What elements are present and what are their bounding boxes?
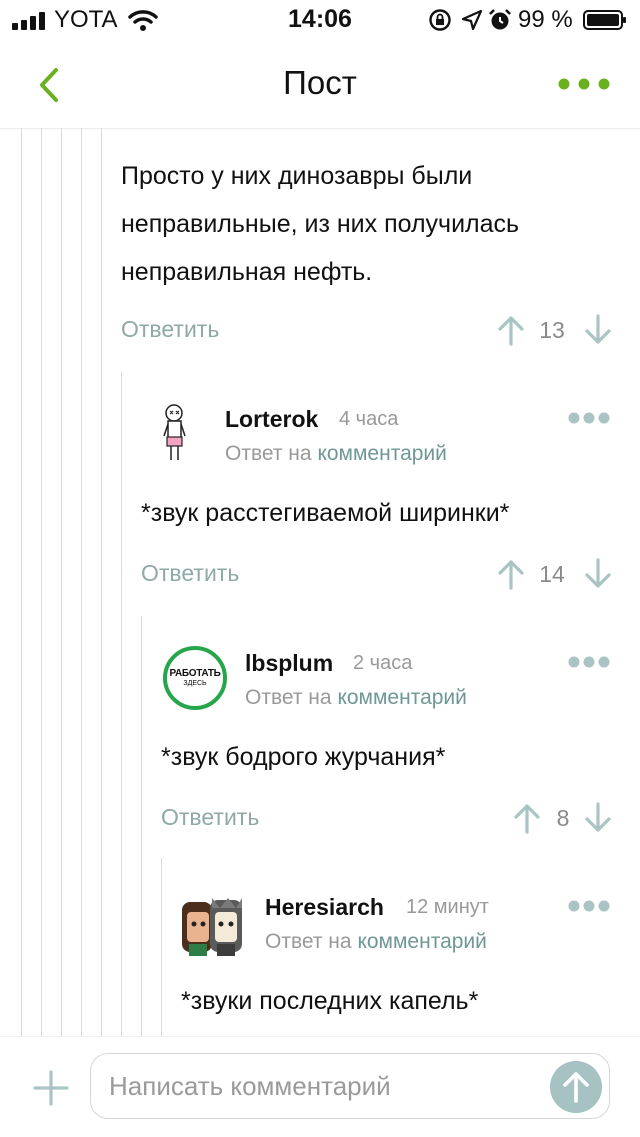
reply-to: Ответ на комментарий (245, 686, 467, 710)
comment-score: 14 (539, 561, 565, 587)
battery-percent: 99 % (518, 6, 573, 33)
thread-line (41, 128, 42, 1036)
comment-more-icon[interactable] (567, 411, 611, 425)
thread-line (161, 858, 162, 1036)
page-title: Пост (283, 64, 357, 101)
more-options-button[interactable] (556, 70, 612, 98)
reply-to: Ответ на комментарий (225, 442, 447, 466)
downvote-icon[interactable] (583, 802, 613, 834)
rotation-lock-icon (429, 9, 451, 31)
parent-comment-link[interactable]: комментарий (357, 930, 486, 953)
reply-to: Ответ на комментарий (265, 930, 487, 954)
status-bar: YOTA 14:06 99 % (0, 0, 640, 40)
downvote-icon[interactable] (583, 314, 613, 346)
upvote-icon[interactable] (512, 802, 542, 834)
upvote-icon[interactable] (496, 314, 526, 346)
thread-line (101, 128, 102, 1036)
nav-header: Пост (0, 40, 640, 129)
comment-text: *звук бодрого журчания* (161, 743, 446, 771)
comment-author[interactable]: Lorterok (225, 406, 318, 433)
comment-time: 4 часа (339, 408, 399, 430)
reply-to-label: Ответ на (245, 686, 332, 709)
reply-to-label: Ответ на (265, 930, 352, 953)
send-button[interactable] (550, 1061, 602, 1113)
comment-more-icon[interactable] (567, 899, 611, 913)
comment-time: 2 часа (353, 652, 413, 674)
parent-comment-link[interactable]: комментарий (317, 442, 446, 465)
reply-to-label: Ответ на (225, 442, 312, 465)
reply-button[interactable]: Ответить (161, 804, 259, 831)
parent-comment-link[interactable]: комментарий (337, 686, 466, 709)
comment-text: *звуки последних капель* (181, 987, 479, 1015)
thread-line (21, 128, 22, 1036)
reply-button[interactable]: Ответить (141, 560, 239, 587)
comment-text: Просто у них динозавры были неправильные… (121, 162, 520, 286)
comment-score: 8 (556, 805, 570, 831)
comment-author[interactable]: Heresiarch (265, 894, 384, 921)
comment-input[interactable] (90, 1053, 610, 1119)
alarm-icon (489, 9, 511, 30)
add-attachment-button[interactable] (32, 1069, 70, 1107)
avatar-text: РАБОТАТЬ (169, 668, 221, 679)
avatar[interactable] (180, 894, 244, 958)
reply-button[interactable]: Ответить (121, 316, 219, 343)
avatar[interactable]: РАБОТАТЬ ЗДЕСЬ (163, 646, 227, 710)
comment-composer (0, 1036, 640, 1137)
avatar-text: ЗДЕСЬ (183, 680, 207, 687)
avatar[interactable] (144, 400, 208, 464)
upvote-icon[interactable] (496, 558, 526, 590)
comment-text: *звук расстегиваемой ширинки* (141, 499, 510, 527)
location-icon (461, 9, 483, 31)
comment-score: 13 (539, 317, 565, 343)
thread-line (61, 128, 62, 1036)
battery-icon (583, 10, 626, 30)
downvote-icon[interactable] (583, 558, 613, 590)
comment-more-icon[interactable] (567, 655, 611, 669)
thread-line (141, 616, 142, 1036)
thread-line (81, 128, 82, 1036)
comment-time: 12 минут (406, 896, 489, 918)
comment-author[interactable]: lbsplum (245, 650, 333, 677)
thread-line (121, 372, 122, 1036)
